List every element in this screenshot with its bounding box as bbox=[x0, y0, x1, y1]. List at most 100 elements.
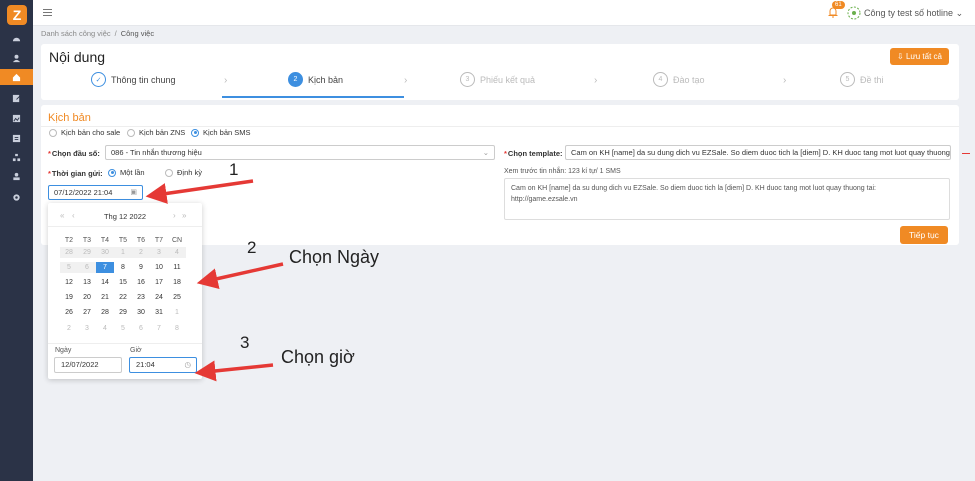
calendar-day[interactable]: 6 bbox=[132, 323, 150, 334]
annotation-number-2: 2 bbox=[247, 238, 257, 257]
calendar-day[interactable]: 4 bbox=[96, 323, 114, 334]
calendar-day[interactable]: 30 bbox=[132, 307, 150, 318]
calendar-day[interactable]: 22 bbox=[114, 292, 132, 303]
breadcrumb-current: Công việc bbox=[120, 29, 155, 38]
calendar-day[interactable]: 26 bbox=[60, 307, 78, 318]
company-name[interactable]: Công ty test số hotline ⌄ bbox=[864, 8, 963, 19]
preview-label: Xem trước tin nhắn: 123 kí tự/ 1 SMS bbox=[504, 168, 621, 175]
calendar-day[interactable]: 3 bbox=[78, 323, 96, 334]
date-field[interactable]: 12/07/2022 bbox=[54, 357, 122, 373]
calendar-day: 6 bbox=[78, 262, 96, 273]
weekday-header: T3 bbox=[82, 237, 92, 244]
list-icon[interactable] bbox=[0, 130, 33, 146]
home-icon[interactable] bbox=[0, 69, 33, 85]
upload-icon: ⇩ bbox=[897, 52, 904, 61]
calendar-day[interactable]: 8 bbox=[114, 262, 132, 273]
calendar-day: 3 bbox=[150, 247, 168, 258]
annotation-choose-date: Chọn Ngày bbox=[289, 247, 380, 267]
radio-sale-script[interactable]: Kịch bản cho sale bbox=[49, 128, 120, 137]
dashboard-icon[interactable] bbox=[0, 31, 33, 47]
save-all-button[interactable]: ⇩ Lưu tất cả bbox=[890, 48, 949, 65]
preview-textarea[interactable]: Cam on KH [name] da su dung dich vu EZSa… bbox=[504, 178, 950, 220]
calendar-day[interactable]: 7 bbox=[150, 323, 168, 334]
annotation-number-3: 3 bbox=[240, 333, 250, 352]
calendar-day[interactable]: 10 bbox=[150, 262, 168, 273]
calendar-day[interactable]: 2 bbox=[60, 323, 78, 334]
next-year-icon[interactable]: » bbox=[182, 211, 186, 220]
step-general-info[interactable]: ✓ Thông tin chung bbox=[91, 72, 176, 87]
calendar-day: 4 bbox=[168, 247, 186, 258]
calendar-day[interactable]: 31 bbox=[150, 307, 168, 318]
app-logo[interactable]: Z bbox=[7, 5, 27, 25]
calendar-day[interactable]: 25 bbox=[168, 292, 186, 303]
check-icon: ✓ bbox=[91, 72, 106, 87]
calendar-day: 28 bbox=[60, 247, 78, 258]
number-select[interactable]: 086 - Tin nhắn thương hiệu ⌄ bbox=[105, 145, 495, 160]
date-picker-popup: « ‹ Thg 12 2022 › » T2 T3 T4 T5 T6 T7 CN 28 29 30… bbox=[48, 203, 202, 379]
menu-icon[interactable] bbox=[43, 8, 52, 17]
breadcrumb: Danh sách công việc / Công việc bbox=[41, 29, 155, 38]
calendar-day[interactable]: 29 bbox=[114, 307, 132, 318]
active-step-indicator bbox=[222, 96, 404, 98]
calendar-day[interactable]: 16 bbox=[132, 277, 150, 288]
calendar-day[interactable]: 11 bbox=[168, 262, 186, 273]
edit-icon[interactable] bbox=[0, 90, 33, 106]
radio-sms-script[interactable]: Kịch bản SMS bbox=[191, 128, 251, 137]
radio-zns-script[interactable]: Kịch bản ZNS bbox=[127, 128, 185, 137]
user-icon[interactable] bbox=[0, 50, 33, 66]
time-field[interactable]: 21:04 ◷ bbox=[129, 357, 197, 373]
radio-once[interactable]: Một lần bbox=[108, 168, 145, 177]
calendar-day[interactable]: 27 bbox=[78, 307, 96, 318]
calendar-day[interactable]: 18 bbox=[168, 277, 186, 288]
template-select[interactable]: Cam on KH [name] da su dung dich vu EZSa… bbox=[565, 145, 951, 160]
calendar-month-label[interactable]: Thg 12 2022 bbox=[48, 212, 202, 221]
number-label: *Chọn đầu số: bbox=[48, 149, 100, 158]
calendar-day: 1 bbox=[114, 247, 132, 258]
chevron-right-icon: › bbox=[783, 75, 787, 86]
image-icon[interactable] bbox=[0, 110, 33, 126]
chevron-right-icon: › bbox=[404, 75, 408, 86]
annotation-number-1: 1 bbox=[229, 160, 239, 179]
step-training[interactable]: 4 Đào tạo bbox=[653, 72, 705, 87]
chevron-right-icon: › bbox=[594, 75, 598, 86]
chevron-right-icon: › bbox=[224, 75, 228, 86]
top-bar: 61 Công ty test số hotline ⌄ bbox=[33, 0, 975, 26]
calendar-day: 30 bbox=[96, 247, 114, 258]
clock-icon: ◷ bbox=[184, 360, 191, 369]
calendar-day[interactable]: 23 bbox=[132, 292, 150, 303]
calendar-day[interactable]: 9 bbox=[132, 262, 150, 273]
calendar-day[interactable]: 1 bbox=[168, 307, 186, 318]
calendar-day[interactable]: 28 bbox=[96, 307, 114, 318]
step-exam[interactable]: 5 Đề thi bbox=[840, 72, 884, 87]
calendar-day[interactable]: 12 bbox=[60, 277, 78, 288]
calendar-day[interactable]: 17 bbox=[150, 277, 168, 288]
time-label: Giờ bbox=[130, 347, 142, 354]
calendar-day[interactable]: 19 bbox=[60, 292, 78, 303]
selected-day[interactable]: 7 bbox=[96, 262, 114, 273]
calendar-day[interactable]: 15 bbox=[114, 277, 132, 288]
template-label: *Chọn template: bbox=[504, 149, 563, 158]
weekday-header: T5 bbox=[118, 237, 128, 244]
calendar-day[interactable]: 8 bbox=[168, 323, 186, 334]
calendar-day[interactable]: 14 bbox=[96, 277, 114, 288]
calendar-day[interactable]: 5 bbox=[114, 323, 132, 334]
users-icon[interactable] bbox=[0, 168, 33, 184]
sitemap-icon[interactable] bbox=[0, 149, 33, 165]
datetime-input[interactable]: 07/12/2022 21:04 ▣ bbox=[48, 185, 143, 200]
breadcrumb-item[interactable]: Danh sách công việc bbox=[41, 29, 111, 38]
calendar-day[interactable]: 21 bbox=[96, 292, 114, 303]
arrow-2 bbox=[196, 262, 284, 289]
arrow-3 bbox=[194, 360, 274, 382]
calendar-day[interactable]: 24 bbox=[150, 292, 168, 303]
radio-periodic[interactable]: Định kỳ bbox=[165, 168, 202, 177]
next-month-icon[interactable]: › bbox=[173, 211, 176, 220]
gear-icon[interactable] bbox=[0, 189, 33, 205]
calendar-day[interactable]: 20 bbox=[78, 292, 96, 303]
send-time-label: *Thời gian gửi: bbox=[48, 169, 103, 178]
step-result-sheet[interactable]: 3 Phiếu kết quả bbox=[460, 72, 535, 87]
chevron-down-icon: ⌄ bbox=[482, 148, 489, 157]
step-script[interactable]: 2 Kịch bản bbox=[288, 72, 343, 87]
continue-button[interactable]: Tiếp tục bbox=[900, 226, 948, 244]
weekday-header: T2 bbox=[64, 237, 74, 244]
calendar-day[interactable]: 13 bbox=[78, 277, 96, 288]
